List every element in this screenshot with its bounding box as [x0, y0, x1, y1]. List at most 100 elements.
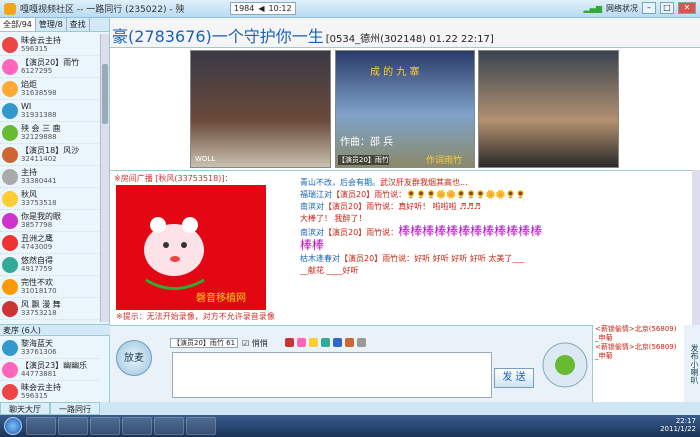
user-row[interactable]: 【演员20】雨竹 6127295 [0, 56, 100, 78]
color-icon[interactable] [297, 338, 306, 347]
network-status[interactable]: 网络状况 [606, 3, 638, 14]
signal-icon: ▂▄▆ [583, 3, 602, 13]
chat-sender: 南滨对 [300, 228, 324, 237]
video-caption-author: 作曲：邵 兵 [340, 137, 394, 148]
start-button[interactable] [4, 417, 22, 435]
user-row[interactable]: 主持 33380441 [0, 166, 100, 188]
video-badge: WOLL [195, 155, 216, 163]
avatar [2, 102, 18, 119]
user-list-scrollbar[interactable] [100, 34, 109, 322]
emoji-icon[interactable] [309, 338, 318, 347]
chat-line: 青山不改，后会有期。武汉肝友群我烟其高也... [300, 177, 690, 189]
chat-messages: 青山不改，后会有期。武汉肝友群我烟其高也... 福瑞江对【演员20】雨竹说：🌻🌻🌻… [300, 177, 690, 277]
tray-time: 22:17 [675, 417, 696, 425]
chat-text: 🌻🌻🌻🌼🌼🌻🌻🌻🌼🌼🌻🌻 [406, 190, 526, 199]
message-input[interactable] [172, 352, 492, 398]
user-row[interactable]: 黎海蓝天 33761306 [0, 337, 100, 359]
avatar [2, 190, 18, 207]
user-name: 殃 会 三 鹿 [21, 123, 61, 133]
user-row[interactable]: 丑洲之鹰 4743009 [0, 232, 100, 254]
video-window-1[interactable]: WOLL [190, 50, 331, 168]
user-row[interactable]: 风 飘 漫 舞 33753218 [0, 298, 100, 320]
user-row[interactable]: 焰炬 31638598 [0, 78, 100, 100]
user-row[interactable]: 秋风 33753518 [0, 188, 100, 210]
user-row[interactable]: 殃 会 三 鹿 32129888 [0, 122, 100, 144]
clear-icon[interactable] [357, 338, 366, 347]
taskbar-app-1[interactable] [90, 417, 120, 435]
user-info: 【演员23】幽幽乐 44773881 [21, 361, 87, 379]
scroll-thumb[interactable] [102, 64, 108, 124]
tab-search[interactable]: 查找 [67, 18, 90, 31]
target-select[interactable]: 【演员20】雨竹 61 [170, 338, 238, 348]
mic-queue-header: 麦序 (6人) [0, 324, 110, 336]
user-row[interactable]: 悠然自得 4917759 [0, 254, 100, 276]
tab-all[interactable]: 全部/94 [0, 18, 36, 31]
tab-admin[interactable]: 管理/8 [36, 18, 67, 31]
user-info: 焰炬 31638598 [21, 80, 57, 98]
taskbar-app-2[interactable] [122, 417, 152, 435]
user-row[interactable]: 你是我的眼 3857798 [0, 210, 100, 232]
taskbar-app-3[interactable] [154, 417, 184, 435]
user-row[interactable]: 昧会云主持 596315 [0, 381, 100, 403]
chat-text: 棒棒棒棒棒棒棒棒棒棒棒棒 [398, 225, 543, 238]
window-controls: ▂▄▆ 网络状况 – □ ✕ [584, 2, 696, 14]
avatar [2, 339, 18, 356]
user-info: 殃 会 三 鹿 32129888 [21, 124, 61, 142]
user-id: 596315 [21, 391, 48, 400]
user-id: 3857798 [21, 220, 53, 229]
user-row[interactable]: 【演员18】风沙 32411402 [0, 144, 100, 166]
chat-line: 南滨对【演员20】雨竹说：棒棒棒棒棒棒棒棒棒棒棒棒 [300, 225, 690, 239]
input-area: 放麦 【演员20】雨竹 61 ☑ 悄悄 发 送 [110, 325, 592, 402]
gift-icon[interactable] [345, 338, 354, 347]
user-id: 31931388 [21, 110, 57, 119]
send-button[interactable]: 发 送 [494, 368, 534, 388]
user-row[interactable]: 【演员23】幽幽乐 44773881 [0, 359, 100, 381]
avatar [2, 234, 18, 251]
chat-text: 我烟其高也... [420, 178, 468, 187]
user-name: WI [21, 101, 32, 111]
user-info: 秋风 33753518 [21, 190, 57, 208]
close-button[interactable]: ✕ [678, 2, 696, 14]
video-window-2[interactable]: 成 的 九 寨 作曲：邵 兵 【演员20】雨竹 作词雨竹 [335, 50, 475, 168]
taskbar-ie[interactable] [26, 417, 56, 435]
video-window-3[interactable] [478, 50, 619, 168]
tab-chat-hall[interactable]: 聊天大厅 [0, 402, 50, 415]
side-chat-line: _申菊 [595, 334, 613, 342]
chat-scrollbar[interactable] [692, 170, 700, 325]
chat-sender: 青山不改，后会有期。 [300, 178, 380, 187]
chat-text: __献花 ____好听 [300, 266, 359, 275]
user-info: 丑洲之鹰 4743009 [21, 234, 53, 252]
image-icon[interactable] [321, 338, 330, 347]
private-checkbox[interactable]: ☑ 悄悄 [242, 338, 268, 349]
user-name: 【演员20】雨竹 [21, 57, 80, 67]
user-name: 【武警】随缘 [21, 322, 69, 323]
user-row[interactable]: 完性不欢 31018170 [0, 276, 100, 298]
user-id: 33753518 [21, 198, 57, 207]
user-name: 昧会云主持 [21, 35, 61, 45]
publish-horn-button[interactable]: 发布小喇叭 [684, 325, 700, 402]
broadcast-image: 磬音移植网 [116, 185, 266, 310]
status-left: 1984 [234, 4, 255, 13]
video-panel: WOLL 成 的 九 寨 作曲：邵 兵 【演员20】雨竹 作词雨竹 [110, 48, 700, 170]
control-wheel[interactable] [540, 332, 590, 398]
side-chat-line: <薪锁偷情>北京(56809) [595, 325, 677, 333]
minimize-button[interactable]: – [642, 2, 656, 14]
taskbar-folder[interactable] [58, 417, 88, 435]
user-row[interactable]: 昧会云主持 596315 [0, 34, 100, 56]
mic-button[interactable]: 放麦 [116, 340, 152, 376]
user-row[interactable]: WI 31931388 [0, 100, 100, 122]
taskbar-app-4[interactable] [186, 417, 216, 435]
user-info: 昧会云主持 596315 [21, 36, 61, 54]
user-name: 【演员18】风沙 [21, 145, 80, 155]
action-icon[interactable] [333, 338, 342, 347]
user-row[interactable]: 【武警】随缘32245707 [0, 320, 100, 323]
user-name: 主持 [21, 167, 37, 177]
tab-room[interactable]: 一路同行 [50, 402, 100, 415]
chat-line: 福瑞江对【演员20】雨竹说：🌻🌻🌻🌼🌼🌻🌻🌻🌼🌼🌻🌻 [300, 189, 690, 201]
bottom-tabs: 聊天大厅 一路同行 [0, 402, 180, 415]
speaker-icon: ◀ [258, 4, 265, 13]
maximize-button[interactable]: □ [660, 2, 674, 14]
font-icon[interactable] [285, 338, 294, 347]
user-name: 秋风 [21, 189, 37, 199]
avatar [2, 168, 18, 185]
